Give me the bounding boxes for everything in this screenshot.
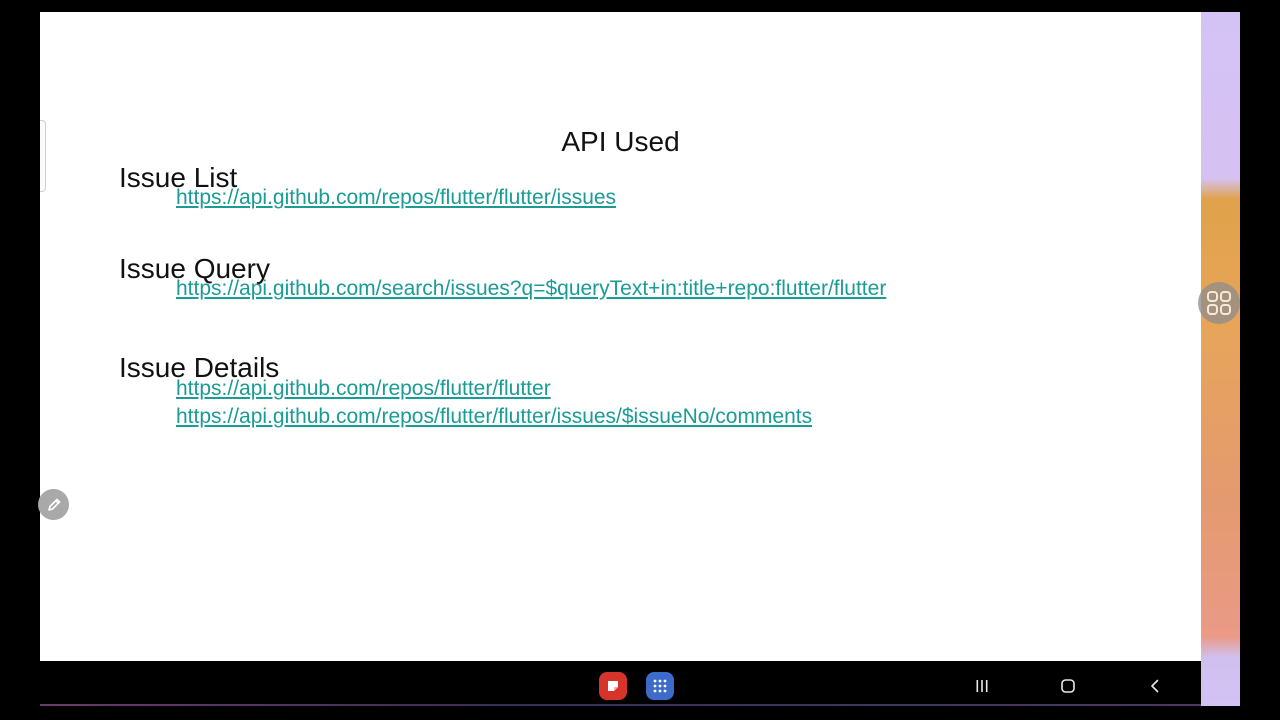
edge-panel-handle[interactable] bbox=[40, 120, 46, 192]
back-icon[interactable] bbox=[1143, 674, 1167, 698]
link-issue-list[interactable]: https://api.github.com/repos/flutter/flu… bbox=[176, 186, 616, 210]
slide-title: API Used bbox=[561, 126, 680, 157]
pencil-icon[interactable] bbox=[38, 489, 69, 520]
link-issue-query[interactable]: https://api.github.com/search/issues?q=$… bbox=[176, 277, 886, 301]
recents-icon[interactable] bbox=[970, 674, 994, 698]
link-issue-details-repo[interactable]: https://api.github.com/repos/flutter/flu… bbox=[176, 377, 551, 401]
note-app-icon[interactable] bbox=[599, 672, 627, 700]
side-wallpaper-strip bbox=[1201, 12, 1240, 706]
home-icon[interactable] bbox=[1056, 674, 1080, 698]
presentation-slide: API Used Issue List https://api.github.c… bbox=[40, 12, 1201, 661]
app-drawer-icon[interactable] bbox=[646, 672, 674, 700]
link-issue-details-comments[interactable]: https://api.github.com/repos/flutter/flu… bbox=[176, 405, 812, 429]
screen: API Used Issue List https://api.github.c… bbox=[0, 0, 1280, 720]
grid-four-icon[interactable] bbox=[1198, 282, 1240, 324]
taskbar-accent-line bbox=[40, 704, 1201, 706]
right-border bbox=[1240, 0, 1280, 720]
